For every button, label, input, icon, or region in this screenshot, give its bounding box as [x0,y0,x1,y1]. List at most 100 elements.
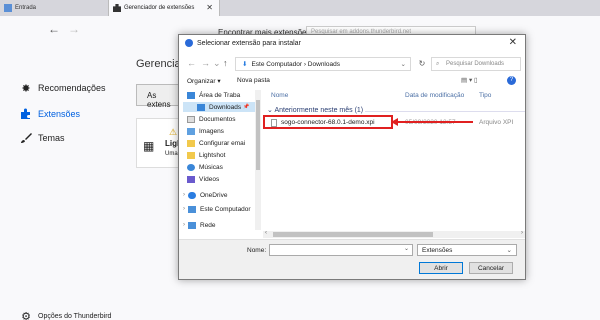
highlight-box [263,115,393,129]
search-placeholder: Pesquisar Downloads [446,61,505,67]
file-open-dialog: Selecionar extensão para instalar ✕ ← → … [178,34,526,280]
search-icon: ⌕ [436,61,440,67]
up-icon[interactable]: ↑ [223,58,228,68]
chevron-left-icon[interactable]: ‹ [265,230,267,236]
extension-desc: Uma [165,151,178,157]
open-button[interactable]: Abrir [419,262,463,274]
sidebar-item-themes[interactable]: Temas [20,132,65,144]
column-type[interactable]: Tipo [479,92,491,99]
tab-extensions-label: Gerenciador de extensões [124,5,195,11]
network-icon [188,221,196,229]
highlight-arrow-line [397,121,473,123]
cancel-button[interactable]: Cancelar [469,262,513,274]
music-icon [187,163,195,171]
dialog-footer: Nome: ⌄ Extensões ⌄ Abrir Cancelar [179,239,525,279]
address-bar[interactable]: ⬇ Este Computador › Downloads ⌄ [235,57,411,71]
file-type: Arquivo XPI [479,119,514,126]
dialog-title: Selecionar extensão para instalar [197,39,301,47]
filename-label: Nome: [247,247,267,254]
file-list: Nome Data de modificação Tipo ⌄ Anterior… [263,90,525,238]
dialog-toolbar: Organizar ▾ Nova pasta ▤ ▾ ▯ ? [179,75,525,89]
chevron-right-icon[interactable]: › [183,192,185,198]
inbox-icon [4,4,12,12]
chevron-down-icon: ⌄ [506,247,512,254]
nav-item-network[interactable]: › Rede [183,220,255,230]
calendar-icon: ▦ [143,139,155,153]
new-folder-button[interactable]: Nova pasta [237,77,270,84]
organize-button[interactable]: Organizar ▾ [187,77,221,85]
chevron-right-icon[interactable]: › [521,230,523,236]
nav-item-this-pc[interactable]: › Este Computador [183,204,255,214]
dialog-titlebar: Selecionar extensão para instalar [185,39,301,47]
nav-item-onedrive[interactable]: › OneDrive [183,190,255,200]
column-name[interactable]: Nome [271,92,288,99]
video-icon [187,175,195,183]
scroll-thumb[interactable] [256,100,260,170]
puzzle-icon [113,4,121,12]
column-date[interactable]: Data de modificação [405,92,464,99]
nav-item-pictures[interactable]: Imagens [187,126,257,136]
nav-item-configure-email[interactable]: Configurar emai [187,138,257,148]
nav-item-downloads[interactable]: Downloads 📌 [183,102,255,112]
filetype-select[interactable]: Extensões ⌄ [417,244,517,256]
chevron-right-icon[interactable]: › [183,222,185,228]
history-nav: ←→ [48,22,88,36]
sidebar-item-extensions[interactable]: Extensões [20,108,80,120]
puzzle-icon [20,108,32,120]
download-folder-icon: ⬇ [242,61,248,68]
back-icon[interactable]: ← [187,58,196,68]
filename-input[interactable]: ⌄ [269,244,413,256]
folder-icon [187,139,195,147]
tab-inbox-label: Entrada [15,5,37,11]
cloud-icon [188,191,196,199]
sidebar-item-label: Recomendações [38,83,106,93]
scroll-thumb[interactable] [273,232,433,237]
breadcrumb: Este Computador › Downloads [251,61,340,68]
close-icon[interactable]: ✕ [509,37,517,48]
help-icon[interactable]: ? [507,76,516,85]
forward-arrow-icon[interactable]: → [68,22,88,36]
chevron-down-icon[interactable]: ⌄ [404,245,409,252]
refresh-icon[interactable]: ↻ [415,57,429,71]
tab-inbox[interactable]: Entrada [0,0,108,16]
tab-extensions[interactable]: Gerenciador de extensões ✕ [108,0,220,16]
nav-item-videos[interactable]: Vídeos [187,174,257,184]
thunderbird-options-link[interactable]: ⚙ Opções do Thunderbird [20,310,111,320]
nav-item-desktop[interactable]: Área de Traba [187,90,257,100]
group-divider [365,111,525,112]
nav-item-documents[interactable]: Documentos [187,114,257,124]
forward-icon[interactable]: → [201,58,210,68]
chevron-right-icon[interactable]: › [183,206,185,212]
file-group-header[interactable]: ⌄ Anteriormente neste mês (1) [267,106,363,114]
warning-icon: ⚠ [169,127,178,137]
documents-icon [187,115,195,123]
nav-scrollbar[interactable] [255,90,261,230]
chevron-down-icon[interactable]: ⌄ [213,58,221,69]
folder-icon [187,151,195,159]
desktop-folder-icon [187,91,195,99]
nav-item-music[interactable]: Músicas [187,162,257,172]
address-row: ← → ⌄ ↑ ⬇ Este Computador › Downloads ⌄ ↻… [179,55,525,73]
download-folder-icon [197,103,205,111]
computer-icon [188,205,196,213]
horizontal-scrollbar[interactable]: ‹ › [263,230,525,238]
filetype-value: Extensões [422,247,453,254]
extensions-tab[interactable]: As extens [136,84,182,109]
sparkle-icon: ✸ [21,82,31,95]
pictures-icon [187,127,195,135]
search-input[interactable]: ⌕ Pesquisar Downloads [431,57,521,71]
arrow-left-icon [391,118,398,126]
close-tab-icon[interactable]: ✕ [206,3,213,12]
tab-bar: Entrada Gerenciador de extensões ✕ [0,0,600,16]
sidebar-item-recommendations[interactable]: ✸ Recomendações [20,82,106,95]
gear-icon: ⚙ [21,310,31,320]
navigation-pane: Área de Traba Downloads 📌 Documentos Imag… [179,90,257,238]
brush-icon [20,132,32,144]
nav-item-lightshot[interactable]: Lightshot [187,150,257,160]
back-arrow-icon[interactable]: ← [48,22,68,36]
thunderbird-icon [185,39,193,47]
view-options-icon[interactable]: ▤ ▾ ▯ [461,76,478,84]
sidebar-item-label: Extensões [38,109,81,119]
chevron-down-icon[interactable]: ⌄ [401,58,406,71]
sidebar-item-label: Temas [38,133,65,143]
